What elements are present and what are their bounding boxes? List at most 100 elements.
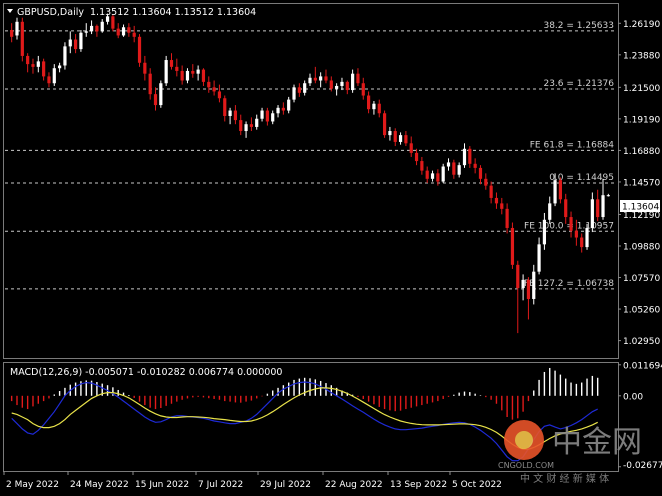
candle-body (553, 180, 557, 204)
candle-body (79, 32, 83, 50)
symbol-title: GBPUSD,Daily (17, 7, 84, 18)
watermark-subtitle: 中 文 财 经 新 媒 体 (520, 472, 609, 485)
candle-body (558, 180, 562, 200)
time-tick-label: 24 May 2022 (70, 480, 129, 490)
current-price-label: 1.13604 (622, 203, 659, 213)
candle-body (446, 162, 451, 167)
candle-body (606, 195, 610, 197)
candle-body (313, 77, 317, 81)
candle-body (89, 25, 94, 32)
candle-body (569, 217, 573, 231)
candle-body (212, 87, 216, 92)
candle-body (180, 70, 184, 81)
candle-body (137, 36, 142, 63)
price-tick-label: 1.26190 (623, 20, 660, 30)
candle-body (292, 87, 296, 100)
level-label: 38.2 = 1.25633 (543, 21, 614, 31)
candle-body (116, 28, 120, 36)
candle-body (153, 94, 158, 106)
candle-body (516, 264, 520, 289)
candle-body (42, 61, 46, 77)
candle-body (409, 143, 413, 153)
candle-body (324, 76, 328, 81)
candle-body (510, 227, 515, 265)
candle-body (164, 60, 168, 84)
candle-body (196, 69, 200, 74)
candle-body (217, 91, 222, 99)
candle-body (377, 103, 381, 114)
price-tick-label: 1.19190 (623, 115, 660, 125)
candle-body (580, 237, 584, 248)
candle-body (319, 76, 323, 81)
candle-body (590, 199, 594, 228)
time-tick-label: 15 Jun 2022 (135, 480, 189, 490)
candle-body (452, 162, 456, 175)
candle-body (297, 87, 301, 93)
chart-window[interactable]: 38.2 = 1.25633 23.6 = 1.21376 FE 61.8 = 1.… (0, 0, 662, 496)
price-tick-label: 1.07570 (623, 274, 660, 284)
candle-body (244, 124, 248, 132)
candle-body (537, 244, 541, 272)
candle-body (308, 77, 312, 84)
candle-body (468, 148, 472, 164)
candle-body (228, 110, 232, 117)
candle-body (68, 39, 72, 47)
candle-body (175, 66, 179, 71)
time-tick-label: 29 Jul 2022 (260, 480, 311, 490)
level-label: 23.6 = 1.21376 (543, 79, 614, 89)
candle-body (26, 55, 30, 65)
price-tick-label: 1.23880 (623, 51, 660, 61)
candle-body (596, 199, 600, 218)
candle-body (31, 64, 35, 67)
candle-body (169, 60, 174, 67)
candle-body (484, 178, 488, 186)
background (0, 0, 662, 496)
candle-body (223, 98, 227, 117)
candle-body (489, 185, 493, 198)
macd-tick-label: -0.02677 (623, 461, 662, 471)
candle-body (462, 148, 467, 166)
candle-body (526, 279, 531, 299)
candle-body (255, 118, 259, 127)
level-label: FE 100.0 = 1.10957 (524, 221, 614, 231)
candle-body (260, 110, 264, 119)
candle-body (414, 152, 419, 162)
candle-body (393, 131, 397, 142)
price-tick-label: 1.02950 (623, 337, 660, 347)
macd-title: MACD(12,26,9) -0.005071 -0.010282 0.0067… (10, 367, 282, 378)
candle-body (404, 135, 408, 144)
candle-body (276, 107, 280, 114)
candle-body (249, 124, 253, 127)
candle-body (63, 46, 67, 66)
candle-body (532, 271, 536, 299)
candle-body (473, 163, 477, 168)
time-tick-label: 22 Aug 2022 (325, 480, 383, 490)
candle-body (127, 27, 131, 33)
candle-body (542, 219, 547, 245)
candle-body (574, 230, 578, 238)
time-tick-label: 7 Jul 2022 (198, 480, 243, 490)
price-tick-label: 1.16880 (623, 147, 660, 157)
candle-body (505, 208, 509, 228)
candle-body (185, 70, 190, 81)
candle-body (287, 99, 291, 111)
candle-body (601, 195, 605, 218)
watermark-logo-inner-icon (515, 431, 533, 449)
candle-body (367, 95, 371, 110)
candle-body (345, 81, 349, 91)
candle-body (100, 21, 104, 32)
candle-body (207, 81, 211, 88)
candle-body (382, 113, 387, 136)
level-label: FE 61.8 = 1.16884 (530, 140, 615, 150)
ohlc-values: 1.13512 1.13604 1.13512 1.13604 (90, 7, 256, 18)
watermark-url: CNGOLD.COM (498, 461, 554, 470)
candle-body (372, 103, 376, 110)
candle-body (436, 173, 440, 182)
candle-body (132, 32, 136, 37)
candle-body (430, 173, 435, 179)
candle-body (84, 31, 88, 33)
candle-body (95, 25, 99, 32)
candle-body (521, 279, 525, 289)
candle-body (398, 135, 403, 142)
price-tick-label: 1.09880 (623, 242, 660, 252)
